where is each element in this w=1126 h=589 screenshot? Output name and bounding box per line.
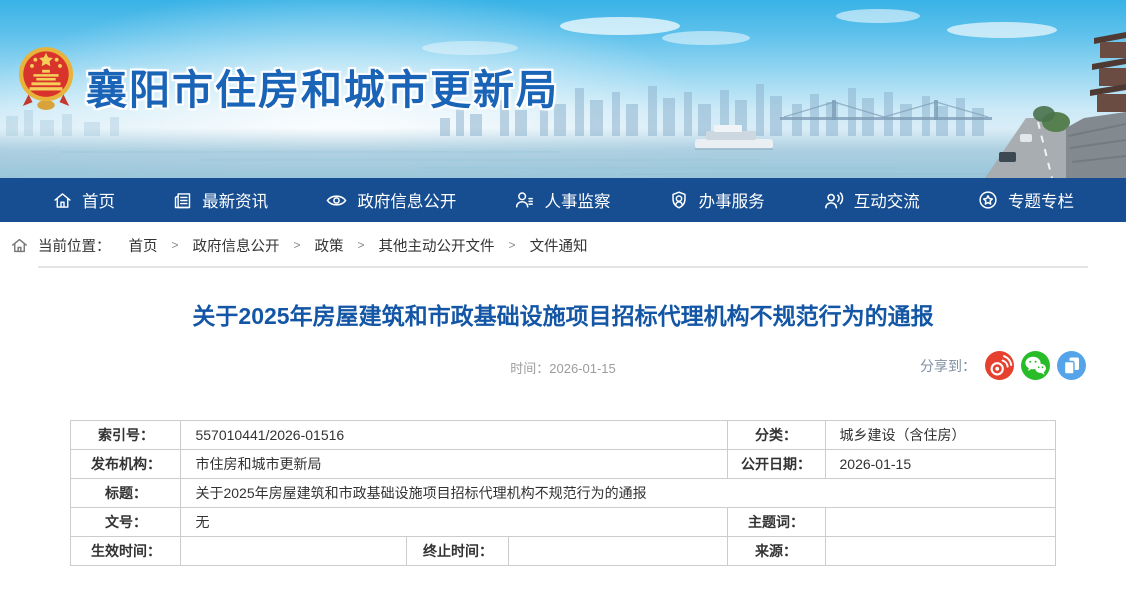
source-label: 来源： — [727, 537, 825, 566]
table-row-docnum: 文号： 无 主题词： — [71, 508, 1055, 537]
nav-item-interaction[interactable]: 互动交流 — [822, 188, 920, 212]
nav-item-label: 政府信息公开 — [357, 188, 456, 212]
nav-item-label: 最新资讯 — [202, 188, 268, 212]
nav-item-services[interactable]: 办事服务 — [668, 188, 765, 212]
table-row-index: 索引号： 557010441/2026-01516 分类： 城乡建设（含住房） — [71, 421, 1055, 450]
publish-date-label: 公开日期： — [727, 450, 825, 479]
site-title[interactable]: 襄阳市住房和城市更新局 — [86, 56, 559, 116]
source-value — [825, 537, 1055, 566]
nav-item-label: 人事监察 — [544, 188, 610, 212]
expiry-date-label: 终止时间： — [407, 537, 509, 566]
doc-number-label: 文号： — [71, 508, 181, 537]
share-label: 分享到： — [920, 356, 976, 376]
nav-item-label: 专题专栏 — [1008, 188, 1074, 212]
weibo-icon — [985, 351, 1014, 380]
doc-number-value: 无 — [181, 508, 727, 537]
share-bar: 分享到： — [920, 351, 1086, 380]
eye-icon — [325, 189, 348, 212]
doc-title-label: 标题： — [71, 479, 181, 508]
nav-item-label: 办事服务 — [699, 188, 765, 212]
document-info-table: 索引号： 557010441/2026-01516 分类： 城乡建设（含住房） … — [70, 420, 1055, 566]
home-icon — [52, 190, 73, 211]
category-label: 分类： — [727, 421, 825, 450]
breadcrumb-item-policy[interactable]: 政策 — [315, 235, 344, 256]
city-wall-silhouette — [1066, 112, 1126, 178]
effective-date-value — [181, 537, 407, 566]
breadcrumb-separator: > — [172, 238, 179, 252]
effective-date-label: 生效时间： — [71, 537, 181, 566]
keywords-value — [825, 508, 1055, 537]
nav-item-special-columns[interactable]: 专题专栏 — [977, 188, 1074, 212]
publish-date-value: 2026-01-15 — [825, 450, 1055, 479]
nav-item-home[interactable]: 首页 — [52, 188, 115, 212]
pagoda-silhouette — [1090, 32, 1126, 112]
wechat-icon — [1021, 351, 1050, 380]
table-row-title: 标题： 关于2025年房屋建筑和市政基础设施项目招标代理机构不规范行为的通报 — [71, 479, 1055, 508]
wechat-share-button[interactable] — [1021, 351, 1050, 380]
issuing-agency-value: 市住房和城市更新局 — [181, 450, 727, 479]
doc-title-value: 关于2025年房屋建筑和市政基础设施项目招标代理机构不规范行为的通报 — [181, 479, 1055, 508]
table-row-dates: 生效时间： 终止时间： 来源： — [71, 537, 1055, 566]
nav-item-label: 首页 — [82, 188, 115, 212]
category-value: 城乡建设（含住房） — [825, 421, 1055, 450]
index-number-label: 索引号： — [71, 421, 181, 450]
breadcrumb-item-other-public-docs[interactable]: 其他主动公开文件 — [379, 235, 495, 256]
keywords-label: 主题词： — [727, 508, 825, 537]
breadcrumb-separator: > — [294, 238, 301, 252]
weibo-share-button[interactable] — [985, 351, 1014, 380]
chat-people-icon — [822, 189, 845, 212]
breadcrumb-item-gov-info[interactable]: 政府信息公开 — [193, 235, 280, 256]
main-navigation: 首页 最新资讯 政府信息公开 人事监察 办事服务 互动交流 专题专栏 — [0, 178, 1126, 222]
header-banner: 襄阳市住房和城市更新局 — [0, 0, 1126, 178]
china-national-emblem-icon — [17, 44, 75, 112]
breadcrumb-home-icon — [10, 236, 29, 255]
index-number-value: 557010441/2026-01516 — [181, 421, 727, 450]
nav-item-news[interactable]: 最新资讯 — [172, 188, 268, 212]
news-icon — [172, 190, 193, 211]
page-title: 关于2025年房屋建筑和市政基础设施项目招标代理机构不规范行为的通报 — [60, 301, 1066, 332]
breadcrumb-item-document-notice[interactable]: 文件通知 — [530, 235, 588, 256]
table-row-agency: 发布机构： 市住房和城市更新局 公开日期： 2026-01-15 — [71, 450, 1055, 479]
breadcrumb-divider — [38, 266, 1088, 268]
person-icon — [513, 189, 535, 211]
breadcrumb-separator: > — [358, 238, 365, 252]
article-meta-row: 时间：2026-01-15 分享到： — [0, 347, 1126, 387]
nav-item-gov-info[interactable]: 政府信息公开 — [325, 188, 456, 212]
publish-time-value: 2026-01-15 — [549, 361, 616, 376]
expiry-date-value — [509, 537, 727, 566]
publish-time-label: 时间： — [510, 361, 549, 376]
breadcrumb-item-home[interactable]: 首页 — [129, 235, 158, 256]
breadcrumb-prefix: 当前位置： — [38, 235, 111, 256]
shield-icon — [668, 189, 690, 211]
breadcrumb: 当前位置： 首页 > 政府信息公开 > 政策 > 其他主动公开文件 > 文件通知 — [0, 222, 1126, 268]
copy-link-share-button[interactable] — [1057, 351, 1086, 380]
breadcrumb-separator: > — [509, 238, 516, 252]
nav-item-label: 互动交流 — [854, 188, 920, 212]
nav-item-personnel[interactable]: 人事监察 — [513, 188, 610, 212]
issuing-agency-label: 发布机构： — [71, 450, 181, 479]
star-circle-icon — [977, 189, 999, 211]
copy-pages-icon — [1057, 351, 1086, 380]
